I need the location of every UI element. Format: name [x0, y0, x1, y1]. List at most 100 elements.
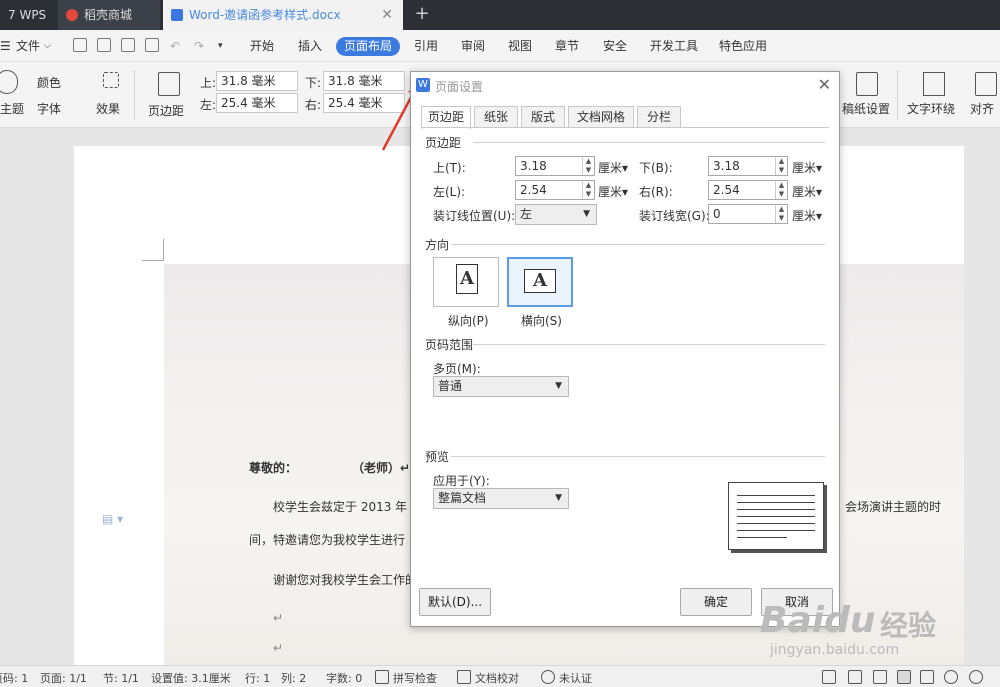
apply-to-select[interactable]: 整篇文档 ▼ [433, 488, 569, 509]
right-margin-input[interactable]: 2.54 ▲ ▼ [708, 180, 788, 200]
eye-protect-icon[interactable] [969, 670, 983, 684]
unit-dropdown[interactable]: 厘米▾ [598, 159, 628, 176]
portrait-label[interactable]: 纵向(P) [448, 312, 489, 329]
doc-teacher[interactable]: （老师）↵ [352, 459, 410, 476]
ribbon-margin[interactable]: 页边距 [148, 102, 184, 119]
top-margin-input[interactable]: 3.18 ▲ ▼ [515, 156, 595, 176]
gutter-width-input[interactable]: 0 ▲ ▼ [708, 204, 788, 224]
menu-hamburger-icon[interactable]: ☰ [0, 37, 11, 56]
status-bar: 页码: 1 页面: 1/1 节: 1/1 设置值: 3.1厘米 行: 1 列: … [0, 665, 1000, 687]
status-spell[interactable]: 拼写检查 [393, 670, 437, 686]
ok-button[interactable]: 确定 [680, 588, 752, 616]
landscape-label[interactable]: 横向(S) [521, 312, 562, 329]
spin-arrows-icon[interactable]: ▲ ▼ [775, 181, 787, 199]
spin-arrows-icon[interactable]: ▲ ▼ [582, 157, 594, 175]
menu-developer[interactable]: 开发工具 [650, 37, 698, 56]
status-col[interactable]: 列: 2 [281, 670, 306, 686]
new-tab-button[interactable]: + [414, 0, 430, 30]
menu-security[interactable]: 安全 [603, 37, 627, 56]
text-wrap-icon[interactable] [923, 72, 945, 96]
ribbon-top-input[interactable]: 31.8 毫米 [216, 71, 298, 91]
fullscreen-icon[interactable] [822, 670, 836, 684]
undo-icon[interactable]: ↶ [170, 37, 180, 56]
margin-icon[interactable] [158, 72, 180, 96]
print-icon[interactable] [121, 38, 135, 52]
manuscript-icon[interactable] [856, 72, 878, 96]
unit-dropdown[interactable]: 厘米▾ [792, 207, 822, 224]
tab-store[interactable]: 稻壳商城 [58, 0, 160, 30]
theme-palette-icon[interactable] [0, 70, 18, 94]
left-margin-input[interactable]: 2.54 ▲ ▼ [515, 180, 595, 200]
menu-view[interactable]: 视图 [508, 37, 532, 56]
tab-layout[interactable]: 版式 [521, 106, 565, 128]
bottom-margin-input[interactable]: 3.18 ▲ ▼ [708, 156, 788, 176]
paragraph-icon[interactable]: ▤ ▾ [102, 512, 123, 526]
portrait-option[interactable]: A [433, 257, 499, 307]
ribbon-bottom-label: 下: [305, 76, 322, 90]
status-page-num[interactable]: 页码: 1 [0, 670, 28, 686]
status-proof[interactable]: 文档校对 [475, 670, 519, 686]
read-mode-icon[interactable] [848, 670, 862, 684]
ribbon-color[interactable]: 颜色 [37, 74, 61, 91]
quick-access-dropdown-icon[interactable]: ▾ [218, 37, 223, 56]
tab-paper[interactable]: 纸张 [474, 106, 518, 128]
close-icon[interactable]: ✕ [818, 75, 831, 94]
ribbon-theme[interactable]: 主题 [0, 100, 24, 117]
save-icon[interactable] [73, 38, 87, 52]
menu-reference[interactable]: 引用 [414, 37, 438, 56]
page-view-icon[interactable] [897, 670, 911, 684]
menu-special[interactable]: 特色应用 [719, 37, 767, 56]
ribbon-effect[interactable]: 效果 [96, 100, 120, 117]
edit-icon[interactable] [873, 670, 887, 684]
doc-para2[interactable]: 间，特邀请您为我校学生进行 [249, 531, 405, 548]
doc-para1-start[interactable]: 校学生会兹定于 2013 年 [273, 498, 407, 515]
status-section[interactable]: 节: 1/1 [103, 670, 139, 686]
menu-file[interactable]: 文件 [16, 37, 40, 56]
web-view-icon[interactable] [944, 670, 958, 684]
dialog-title-bar[interactable]: W 页面设置 ✕ [411, 72, 839, 100]
bottom-margin-value: 3.18 [713, 159, 740, 173]
menu-page-layout[interactable]: 页面布局 [336, 37, 401, 56]
status-row[interactable]: 行: 1 [245, 670, 270, 686]
unit-dropdown[interactable]: 厘米▾ [792, 159, 822, 176]
menu-start[interactable]: 开始 [250, 37, 274, 56]
tab-columns[interactable]: 分栏 [637, 106, 681, 128]
status-setting[interactable]: 设置值: 3.1厘米 [151, 670, 231, 686]
ribbon-text-wrap[interactable]: 文字环绕 [907, 100, 955, 117]
chevron-down-icon[interactable]: ⌵ [44, 37, 51, 56]
gutter-position-select[interactable]: 左 ▼ [515, 204, 597, 225]
spin-arrows-icon[interactable]: ▲ ▼ [775, 205, 787, 223]
tab-wps[interactable]: 7 WPS [0, 0, 56, 30]
menu-review[interactable]: 审阅 [461, 37, 485, 56]
status-cert[interactable]: 未认证 [559, 670, 592, 686]
multi-page-select[interactable]: 普通 ▼ [433, 376, 569, 397]
landscape-option[interactable]: A [507, 257, 573, 307]
outline-view-icon[interactable] [920, 670, 934, 684]
print-preview-icon[interactable] [145, 38, 159, 52]
status-words[interactable]: 字数: 0 [326, 670, 362, 686]
status-pages[interactable]: 页面: 1/1 [40, 670, 87, 686]
align-icon[interactable] [975, 72, 997, 96]
unit-dropdown[interactable]: 厘米▾ [598, 183, 628, 200]
doc-greeting[interactable]: 尊敬的： [249, 459, 297, 476]
menu-chapter[interactable]: 章节 [555, 37, 579, 56]
tab-document[interactable]: Word-邀请函参考样式.docx ✕ [163, 0, 403, 30]
default-button[interactable]: 默认(D)... [419, 588, 491, 616]
spin-arrows-icon[interactable]: ▲ ▼ [582, 181, 594, 199]
ribbon-left-input[interactable]: 25.4 毫米 [216, 93, 298, 113]
ribbon-align[interactable]: 对齐 [970, 100, 994, 117]
unit-dropdown[interactable]: 厘米▾ [792, 183, 822, 200]
spin-arrows-icon[interactable]: ▲ ▼ [775, 157, 787, 175]
ribbon-manuscript[interactable]: 稿纸设置 [842, 100, 890, 117]
redo-icon[interactable]: ↷ [194, 37, 204, 56]
doc-para3[interactable]: 谢谢您对我校学生会工作的 [273, 571, 417, 588]
tab-doc-grid[interactable]: 文档网格 [568, 106, 634, 128]
export-pdf-icon[interactable] [97, 38, 111, 52]
chevron-down-icon: ▼ [555, 381, 562, 391]
close-tab-icon[interactable]: ✕ [381, 0, 393, 30]
effect-icon[interactable] [103, 72, 119, 88]
menu-insert[interactable]: 插入 [298, 37, 322, 56]
ribbon-font[interactable]: 字体 [37, 100, 61, 117]
tab-margins[interactable]: 页边距 [421, 106, 471, 129]
doc-para1-end[interactable]: 会场演讲主题的时 [845, 498, 941, 515]
